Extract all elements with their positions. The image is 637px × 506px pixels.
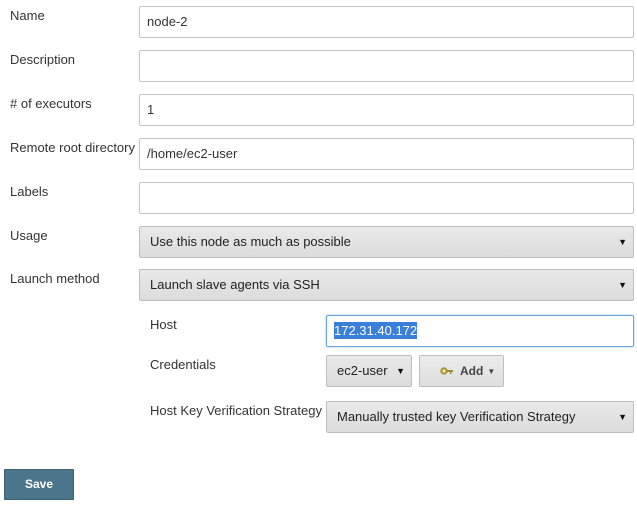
add-button-label: Add [460,364,484,378]
save-button[interactable]: Save [4,469,74,500]
add-credentials-button[interactable]: Add ▼ [419,355,504,387]
node-config-form: Name node-2 Description # of executors 1… [0,0,637,506]
executors-label: # of executors [10,96,92,111]
credentials-select-value: ec2-user [337,363,388,378]
launch-method-select[interactable]: Launch slave agents via SSH ▼ [139,269,634,301]
remote-root-input[interactable]: /home/ec2-user [139,138,634,170]
credentials-label: Credentials [150,357,216,372]
remote-root-label: Remote root directory [10,140,135,155]
chevron-down-icon: ▼ [618,412,627,422]
description-input[interactable] [139,50,634,82]
labels-label: Labels [10,184,49,199]
key-icon [440,367,453,375]
description-label: Description [10,52,76,67]
chevron-down-icon: ▼ [487,367,496,376]
usage-select[interactable]: Use this node as much as possible ▼ [139,226,634,258]
name-label: Name [10,8,45,23]
host-key-label: Host Key Verification Strategy [150,403,322,418]
usage-label: Usage [10,228,48,243]
chevron-down-icon: ▼ [396,366,405,376]
host-label: Host [150,317,177,332]
host-key-select[interactable]: Manually trusted key Verification Strate… [326,401,634,433]
chevron-down-icon: ▼ [618,280,627,290]
credentials-select[interactable]: ec2-user ▼ [326,355,412,387]
usage-select-value: Use this node as much as possible [150,234,351,249]
host-key-select-value: Manually trusted key Verification Strate… [337,409,576,424]
labels-input[interactable] [139,182,634,214]
launch-method-select-value: Launch slave agents via SSH [150,277,320,292]
launch-method-label: Launch method [10,271,100,286]
host-input[interactable]: 172.31.40.172 [326,315,634,347]
host-input-value: 172.31.40.172 [334,322,418,339]
executors-input[interactable]: 1 [139,94,634,126]
chevron-down-icon: ▼ [618,237,627,247]
name-input[interactable]: node-2 [139,6,634,38]
